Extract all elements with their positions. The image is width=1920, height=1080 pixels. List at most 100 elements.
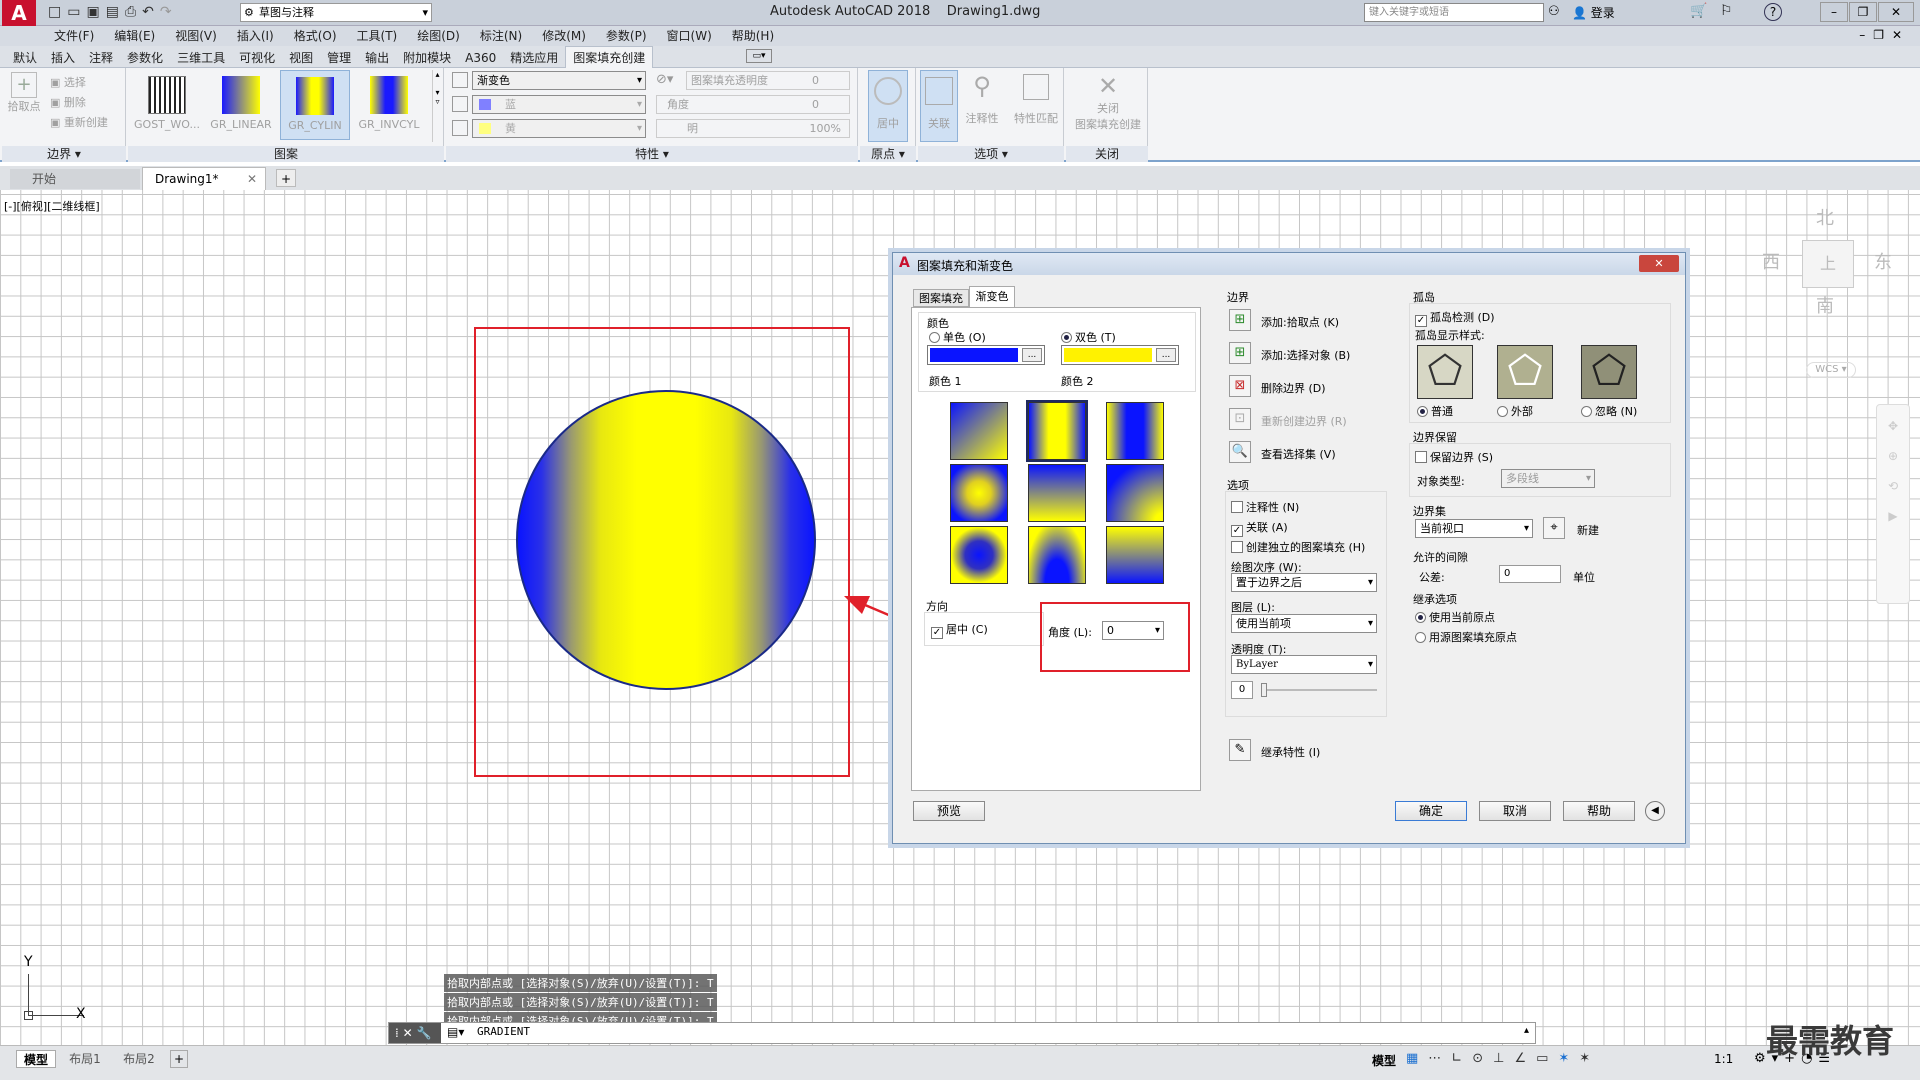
origin-panel-label[interactable]: 原点 ▾ xyxy=(860,146,916,162)
color2-browse-button[interactable]: ... xyxy=(1156,348,1176,362)
user-login[interactable]: 👤 登录 xyxy=(1572,4,1615,21)
gradient-swatch-cylinder-selected[interactable] xyxy=(1026,400,1088,462)
island-outer-preview[interactable]: ⬠ xyxy=(1497,345,1553,399)
boundary-set-dropdown[interactable]: 当前视口 xyxy=(1415,519,1533,538)
dialog-close-button[interactable]: ✕ xyxy=(1639,255,1679,272)
ribbon-tab[interactable]: 图案填充创建 xyxy=(565,46,654,69)
recreate-boundary-button[interactable]: 重新创建边界 (R) xyxy=(1261,413,1347,429)
ribbon-tab[interactable]: A360 xyxy=(458,47,503,69)
zoom-icon[interactable]: ⊕ xyxy=(1877,449,1909,463)
undo-icon[interactable]: ↶ xyxy=(142,4,160,20)
menu-item[interactable]: 修改(M) xyxy=(532,26,596,46)
create-separate-checkbox[interactable]: 创建独立的图案填充 (H) xyxy=(1231,539,1365,555)
view-selections-button[interactable]: 查看选择集 (V) xyxy=(1261,446,1336,462)
cancel-button[interactable]: 取消 xyxy=(1479,801,1551,821)
gradient-swatch-hemispherical[interactable] xyxy=(1028,464,1086,522)
associative-button[interactable]: 关联 xyxy=(920,70,958,142)
status-tool-icons[interactable]: ▦⋯∟⊙⊥∠▭✶✶ xyxy=(1406,1051,1600,1066)
menu-item[interactable]: 标注(N) xyxy=(470,26,532,46)
annotation-icon[interactable]: ✶ xyxy=(1558,1051,1579,1066)
ribbon-tab[interactable]: 可视化 xyxy=(232,47,282,69)
help-button[interactable]: 帮助 xyxy=(1563,801,1635,821)
add-pick-points-icon[interactable]: ⊞ xyxy=(1229,309,1251,331)
color1-dropdown[interactable]: 蓝 xyxy=(472,95,646,114)
customize-icon[interactable]: 🔧 xyxy=(417,1026,432,1040)
gradient-swatch-invcurved[interactable] xyxy=(1106,526,1164,584)
drawing-canvas[interactable]: [-][俯视][二维线框] 北 西 东 南 上 WCS ▾ ✥ ⊕ ⟲ ▶ Y … xyxy=(0,190,1920,1045)
island-detection-checkbox[interactable]: ✓ 孤岛检测 (D) xyxy=(1415,309,1495,327)
viewcube-west[interactable]: 西 xyxy=(1762,248,1780,274)
new-boundary-set-icon[interactable]: ⌖ xyxy=(1543,517,1565,539)
options-panel-label[interactable]: 选项 ▾ xyxy=(918,146,1064,162)
binoculars-icon[interactable]: ⚇ xyxy=(1548,4,1560,19)
pattern-gr-invcyl[interactable]: GR_INVCYL xyxy=(354,72,424,131)
hatch-type-dropdown[interactable]: 渐变色 xyxy=(472,71,646,90)
close-hatch-creation-button[interactable]: ✕ 关闭 图案填充创建 xyxy=(1070,72,1146,132)
command-input[interactable]: GRADIENT xyxy=(477,1025,530,1038)
menu-item[interactable]: 编辑(E) xyxy=(104,26,165,46)
ribbon-tab[interactable]: 附加模块 xyxy=(396,47,458,69)
transparency-slider[interactable] xyxy=(1261,683,1377,697)
ribbon-tab[interactable]: 输出 xyxy=(358,47,396,69)
ribbon-tab[interactable]: 三维工具 xyxy=(170,47,232,69)
navigation-bar[interactable]: ✥ ⊕ ⟲ ▶ xyxy=(1876,404,1910,604)
view-selections-icon[interactable]: 🔍 xyxy=(1229,441,1251,463)
preview-button[interactable]: 预览 xyxy=(913,801,985,821)
inherit-properties-icon[interactable]: ✎ xyxy=(1229,739,1251,761)
gradient-swatch-invhemispherical[interactable] xyxy=(1028,526,1086,584)
object-type-dropdown[interactable]: 多段线 xyxy=(1501,469,1595,488)
viewcube-south[interactable]: 南 xyxy=(1816,292,1834,318)
a360-icon[interactable]: ⚐ xyxy=(1720,3,1733,19)
polar-icon[interactable]: ⊙ xyxy=(1472,1051,1493,1066)
centered-checkbox[interactable]: ✓ 居中 (C) xyxy=(931,621,988,639)
island-normal-preview[interactable]: ⬠ xyxy=(1417,345,1473,399)
layout-tab-layout1[interactable]: 布局1 xyxy=(62,1050,108,1068)
draw-order-dropdown[interactable]: 置于边界之后 xyxy=(1231,573,1377,592)
menu-item[interactable]: 帮助(H) xyxy=(722,26,784,46)
layout-tab-model[interactable]: 模型 xyxy=(16,1050,56,1068)
search-input[interactable]: 键入关键字或短语 xyxy=(1364,3,1544,22)
gradient-swatch-invspherical[interactable] xyxy=(950,526,1008,584)
viewcube[interactable]: 北 西 东 南 上 xyxy=(1760,204,1892,324)
menu-item[interactable]: 插入(I) xyxy=(227,26,284,46)
tab-drawing1[interactable]: Drawing1* ✕ xyxy=(142,167,266,190)
orbit-icon[interactable]: ⟲ xyxy=(1877,479,1909,493)
viewcube-east[interactable]: 东 xyxy=(1874,248,1892,274)
model-space-toggle[interactable]: 模型 xyxy=(1372,1052,1396,1069)
autoscale-icon[interactable]: ✶ xyxy=(1579,1051,1600,1066)
tab-hatch[interactable]: 图案填充 xyxy=(913,289,969,307)
ribbon-tab[interactable]: 注释 xyxy=(82,47,120,69)
menu-item[interactable]: 格式(O) xyxy=(284,26,347,46)
autocad-logo[interactable]: A xyxy=(2,0,36,26)
island-ignore-preview[interactable]: ⬠ xyxy=(1581,345,1637,399)
pattern-gost[interactable]: GOST_WO... xyxy=(132,72,202,131)
ortho-icon[interactable]: ∟ xyxy=(1451,1051,1472,1066)
ribbon-tab[interactable]: 管理 xyxy=(320,47,358,69)
help-icon[interactable]: ? xyxy=(1764,3,1782,21)
associative-checkbox[interactable]: ✓ 关联 (A) xyxy=(1231,519,1288,537)
tolerance-input[interactable]: 0 xyxy=(1499,565,1561,583)
print-icon[interactable]: ⎙ xyxy=(125,4,142,20)
gradient-swatch-spherical[interactable] xyxy=(950,464,1008,522)
command-icon[interactable]: ▤▾ xyxy=(447,1025,464,1039)
ok-button[interactable]: 确定 xyxy=(1395,801,1467,821)
wcs-dropdown[interactable]: WCS ▾ xyxy=(1806,362,1856,378)
viewcube-top-face[interactable]: 上 xyxy=(1802,240,1854,288)
command-line-grip[interactable]: ⁞ ✕ 🔧 xyxy=(389,1023,441,1043)
use-source-origin-radio[interactable]: 用源图案填充原点 xyxy=(1415,629,1517,645)
layout-tab-layout2[interactable]: 布局2 xyxy=(116,1050,162,1068)
doc-window-controls[interactable]: –❐✕ xyxy=(1859,28,1910,42)
viewport-controls[interactable]: [-][俯视][二维线框] xyxy=(4,198,100,214)
add-select-objects-icon[interactable]: ⊞ xyxy=(1229,342,1251,364)
gradient-swatch-invcylinder[interactable] xyxy=(1106,402,1164,460)
save-icon[interactable]: ▣ xyxy=(86,4,105,20)
tint-field[interactable]: 明 100% xyxy=(656,119,850,138)
center-origin-button[interactable]: 居中 xyxy=(868,70,908,142)
pattern-gr-cylin[interactable]: GR_CYLIN xyxy=(280,70,350,140)
properties-panel-label[interactable]: 特性 ▾ xyxy=(446,146,858,162)
annotative-button[interactable]: ⚲ 注释性 xyxy=(960,72,1004,126)
lineweight-icon[interactable]: ▭ xyxy=(1536,1051,1558,1066)
restore-button[interactable]: ❐ xyxy=(1849,2,1877,22)
close-window-button[interactable]: ✕ xyxy=(1878,2,1914,22)
pick-points-button[interactable]: + 拾取点 xyxy=(6,72,42,114)
